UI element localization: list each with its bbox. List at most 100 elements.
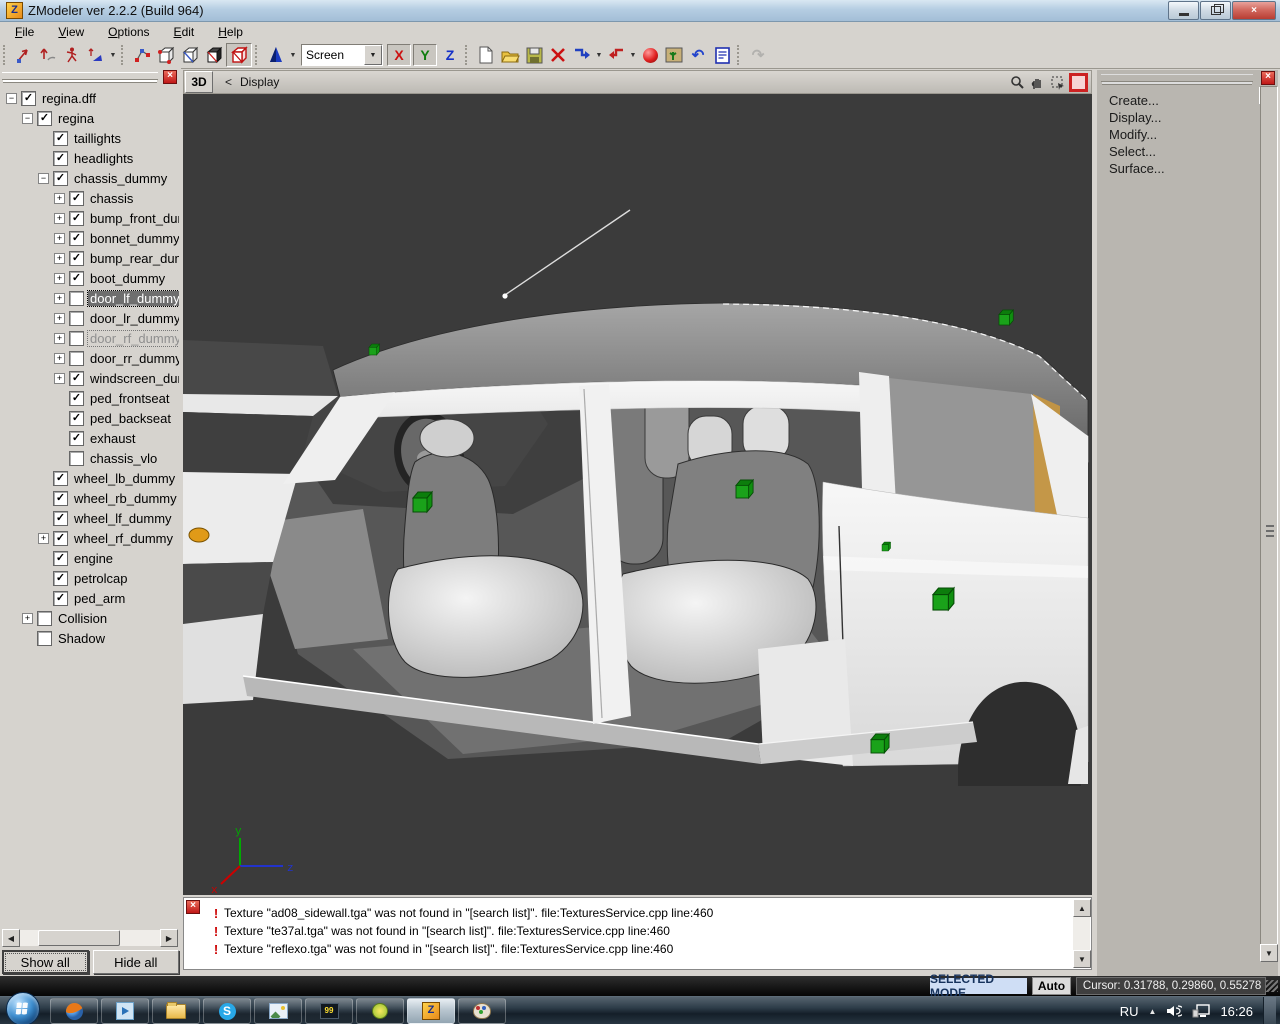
tree-item-regina.dff[interactable]: − ✓ regina.dff: [2, 88, 179, 108]
auto-button[interactable]: Auto: [1032, 977, 1071, 995]
taskbar-tv-player-button[interactable]: 99: [305, 998, 353, 1024]
visibility-checkbox[interactable]: ✓: [69, 410, 84, 426]
taskbar-skype-button[interactable]: S: [203, 998, 251, 1024]
minus-expander-icon[interactable]: −: [6, 92, 17, 104]
objects-level-icon[interactable]: [226, 43, 252, 67]
viewport-back-chevron[interactable]: <: [225, 75, 232, 89]
taskbar-zmodeler-button[interactable]: Z: [407, 998, 455, 1024]
show-desktop-button[interactable]: [1263, 997, 1276, 1024]
restore-button[interactable]: [1200, 1, 1231, 20]
tree-item-wheel_lf_dummy[interactable]: ✓ wheel_lf_dummy: [2, 508, 179, 528]
tree-hscrollbar[interactable]: ◀ ▶: [2, 929, 178, 947]
tree-item-chassis_vlo[interactable]: chassis_vlo: [2, 448, 179, 468]
edges-level-icon[interactable]: [154, 44, 178, 66]
tree-item-engine[interactable]: ✓ engine: [2, 548, 179, 568]
show-all-button[interactable]: Show all: [2, 950, 89, 974]
visibility-checkbox[interactable]: [69, 310, 84, 326]
tree-item-chassis[interactable]: + ✓ chassis: [2, 188, 179, 208]
scroll-right-icon[interactable]: ▶: [160, 929, 178, 947]
mesh-browser-icon[interactable]: [202, 44, 226, 66]
plus-expander-icon[interactable]: +: [54, 292, 65, 304]
visibility-checkbox[interactable]: ✓: [37, 110, 52, 126]
visibility-checkbox[interactable]: ✓: [53, 170, 68, 186]
tree-item-boot_dummy[interactable]: + ✓ boot_dummy: [2, 268, 179, 288]
menu-view[interactable]: View: [49, 23, 93, 41]
undo-icon[interactable]: ↶: [686, 44, 710, 66]
tree-item-bump_rear_dum[interactable]: + ✓ bump_rear_dum: [2, 248, 179, 268]
taskbar-paint-button[interactable]: [458, 998, 506, 1024]
plus-expander-icon[interactable]: +: [22, 612, 33, 624]
visibility-checkbox[interactable]: ✓: [53, 510, 68, 526]
combobox-arrow-icon[interactable]: ▼: [364, 45, 382, 65]
command-display[interactable]: Display...: [1109, 109, 1165, 126]
visibility-checkbox[interactable]: ✓: [69, 370, 84, 386]
log-close-icon[interactable]: ×: [186, 900, 200, 914]
taskbar-qip-button[interactable]: [356, 998, 404, 1024]
resize-grip[interactable]: [1266, 980, 1278, 992]
save-file-icon[interactable]: [522, 44, 546, 66]
tree-item-headlights[interactable]: ✓ headlights: [2, 148, 179, 168]
tree-item-ped_frontseat[interactable]: ✓ ped_frontseat: [2, 388, 179, 408]
hide-all-button[interactable]: Hide all: [92, 950, 179, 974]
volume-icon[interactable]: [1166, 1004, 1183, 1018]
taskbar-image-viewer-button[interactable]: [254, 998, 302, 1024]
visibility-checkbox[interactable]: ✓: [53, 470, 68, 486]
tree-item-door_lr_dummy[interactable]: + door_lr_dummy: [2, 308, 179, 328]
command-modify[interactable]: Modify...: [1109, 126, 1165, 143]
axis-y-button[interactable]: Y: [413, 44, 437, 66]
new-file-icon[interactable]: [474, 44, 498, 66]
taskbar-media-player-button[interactable]: [101, 998, 149, 1024]
polygons-level-icon[interactable]: [178, 44, 202, 66]
tree-item-wheel_lb_dummy[interactable]: ✓ wheel_lb_dummy: [2, 468, 179, 488]
hidden-icons-icon[interactable]: ▲: [1149, 1007, 1157, 1016]
bone-tool-icon[interactable]: [84, 44, 108, 66]
primitive-dropdown-caret[interactable]: ▼: [288, 52, 298, 59]
left-panel-grip[interactable]: [2, 72, 158, 80]
viewport-3d[interactable]: y z x: [183, 94, 1092, 897]
visibility-checkbox[interactable]: ✓: [53, 570, 68, 586]
visibility-checkbox[interactable]: [69, 330, 84, 346]
taskbar-explorer-button[interactable]: [152, 998, 200, 1024]
toolbar-grip[interactable]: [465, 45, 471, 65]
visibility-checkbox[interactable]: [69, 350, 84, 366]
export-dropdown-caret[interactable]: ▼: [628, 52, 638, 59]
tool-dropdown-caret[interactable]: ▼: [108, 52, 118, 59]
plus-expander-icon[interactable]: +: [54, 352, 65, 364]
visibility-checkbox[interactable]: ✓: [69, 190, 84, 206]
visibility-checkbox[interactable]: [37, 630, 52, 646]
tree-item-door_rf_dummy[interactable]: + door_rf_dummy: [2, 328, 179, 348]
manipulator-rotate-icon[interactable]: [36, 44, 60, 66]
tree-item-bonnet_dummy[interactable]: + ✓ bonnet_dummy: [2, 228, 179, 248]
visibility-checkbox[interactable]: ✓: [53, 490, 68, 506]
right-scroll-grip[interactable]: [1266, 525, 1274, 537]
visibility-checkbox[interactable]: [69, 450, 84, 466]
right-scroll-track[interactable]: [1260, 86, 1278, 960]
manipulator-move-icon[interactable]: [12, 44, 36, 66]
minimize-button[interactable]: [1168, 1, 1199, 20]
pan-tool-icon[interactable]: [1029, 74, 1046, 91]
delete-icon[interactable]: [546, 44, 570, 66]
plus-expander-icon[interactable]: +: [54, 192, 65, 204]
language-indicator[interactable]: RU: [1120, 1004, 1139, 1019]
texture-browser-icon[interactable]: [662, 44, 686, 66]
tree-item-ped_backseat[interactable]: ✓ ped_backseat: [2, 408, 179, 428]
visibility-checkbox[interactable]: ✓: [21, 90, 36, 106]
tree-item-wheel_rb_dummy[interactable]: ✓ wheel_rb_dummy: [2, 488, 179, 508]
tree-item-Collision[interactable]: + Collision: [2, 608, 179, 628]
command-create[interactable]: Create...: [1109, 92, 1165, 109]
visibility-checkbox[interactable]: ✓: [69, 270, 84, 286]
visibility-checkbox[interactable]: ✓: [53, 590, 68, 606]
minus-expander-icon[interactable]: −: [38, 172, 49, 184]
plus-expander-icon[interactable]: +: [38, 532, 49, 544]
open-file-icon[interactable]: [498, 44, 522, 66]
plus-expander-icon[interactable]: +: [54, 232, 65, 244]
plus-expander-icon[interactable]: +: [54, 312, 65, 324]
material-editor-icon[interactable]: [638, 44, 662, 66]
tree-item-regina[interactable]: − ✓ regina: [2, 108, 179, 128]
plus-expander-icon[interactable]: +: [54, 212, 65, 224]
tree-item-Shadow[interactable]: Shadow: [2, 628, 179, 648]
tree-item-door_rr_dummy[interactable]: + door_rr_dummy: [2, 348, 179, 368]
taskbar-firefox-button[interactable]: [50, 998, 98, 1024]
visibility-checkbox[interactable]: [37, 610, 52, 626]
visibility-checkbox[interactable]: ✓: [53, 550, 68, 566]
